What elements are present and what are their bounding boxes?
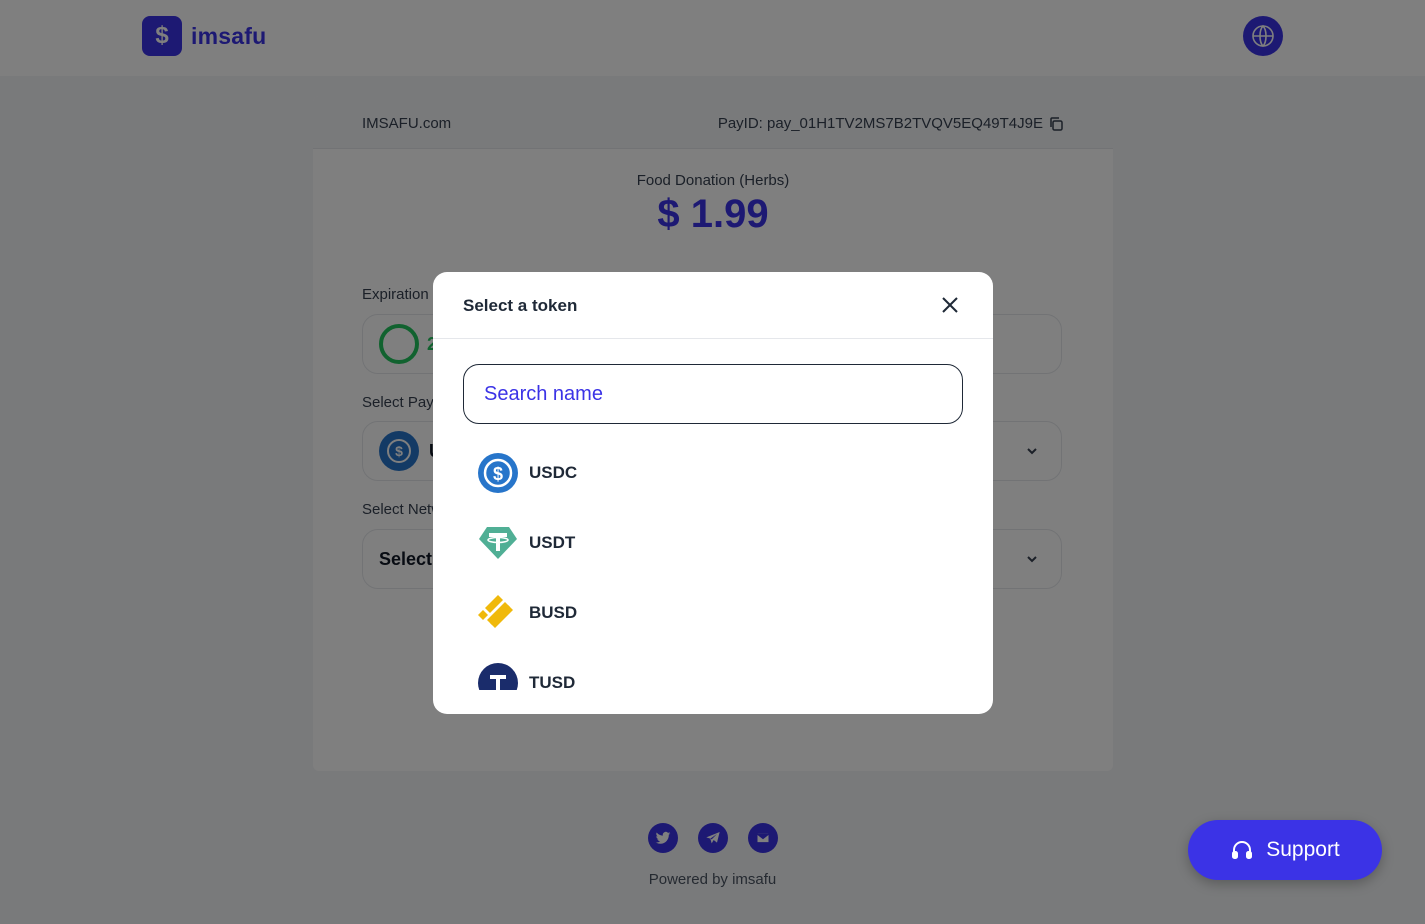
token-item-tusd[interactable]: TUSD [463, 648, 963, 690]
modal-title: Select a token [463, 296, 578, 315]
support-button[interactable]: Support [1188, 820, 1382, 880]
usdt-icon [477, 522, 519, 564]
token-name: BUSD [529, 603, 578, 622]
support-label: Support [1266, 838, 1340, 861]
select-token-modal: Select a token $ USDC [433, 272, 993, 714]
close-icon [942, 297, 958, 313]
token-name: USDC [529, 463, 578, 482]
token-name: USDT [529, 533, 576, 552]
svg-text:$: $ [493, 464, 503, 484]
busd-icon [477, 592, 519, 634]
token-item-usdt[interactable]: USDT [463, 508, 963, 578]
token-name: TUSD [529, 673, 576, 690]
headset-icon [1230, 838, 1254, 862]
tusd-icon [477, 662, 519, 690]
token-list: $ USDC USDT BUSD TUSD [463, 438, 963, 690]
modal-header: Select a token [433, 272, 993, 339]
token-item-usdc[interactable]: $ USDC [463, 438, 963, 508]
usdc-icon: $ [477, 452, 519, 494]
token-search-input[interactable] [463, 364, 963, 424]
token-item-busd[interactable]: BUSD [463, 578, 963, 648]
close-button[interactable] [938, 293, 962, 317]
